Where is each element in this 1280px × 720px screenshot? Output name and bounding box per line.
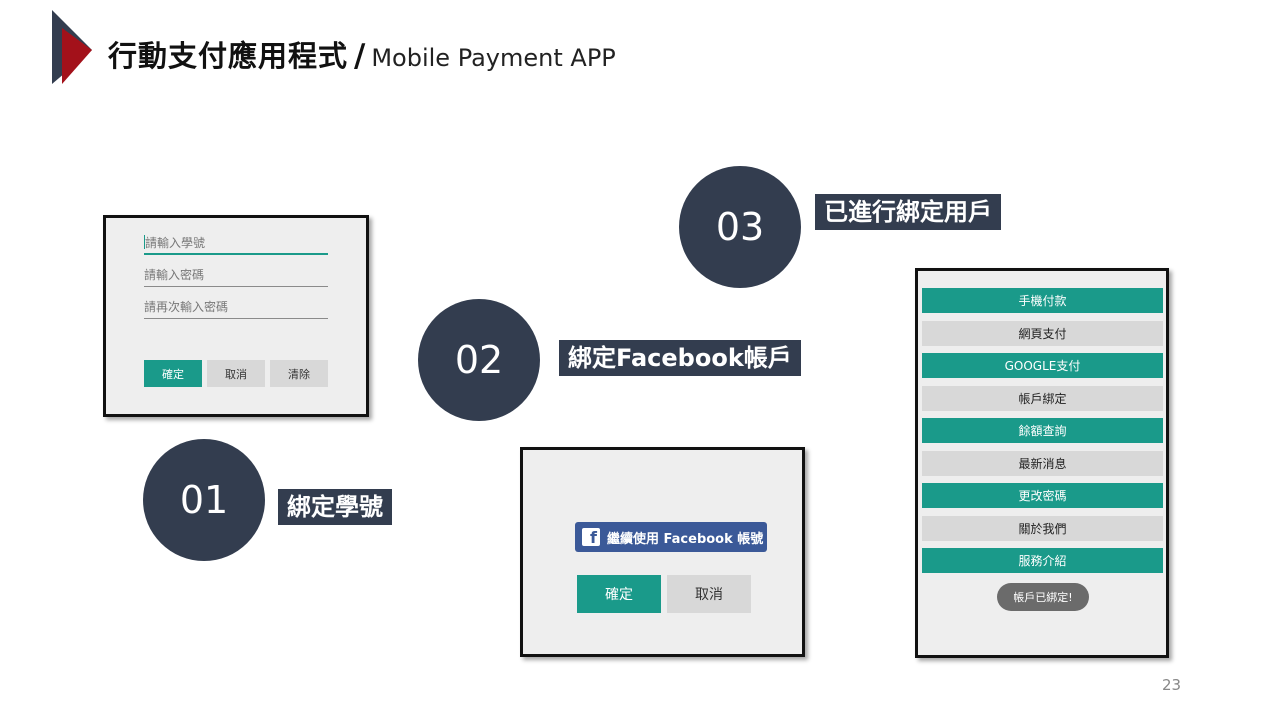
facebook-continue-button[interactable]: f 繼續使用 Facebook 帳號 xyxy=(575,522,767,552)
main-menu-screenshot: 手機付款 網頁支付 GOOGLE支付 帳戶綁定 餘額查詢 最新消息 更改密碼 關… xyxy=(915,268,1169,658)
step-circle-2: 02 xyxy=(418,299,540,421)
menu-item-latest-news[interactable]: 最新消息 xyxy=(922,451,1163,476)
password-placeholder: 請輸入密碼 xyxy=(144,268,205,282)
facebook-confirm-button[interactable]: 確定 xyxy=(577,575,661,613)
confirm-button[interactable]: 確定 xyxy=(144,360,202,387)
account-bound-toast: 帳戶已綁定! xyxy=(997,583,1089,611)
password-confirm-placeholder: 請再次輸入密碼 xyxy=(144,300,229,314)
menu-item-service-intro[interactable]: 服務介紹 xyxy=(922,548,1163,573)
menu-item-google-payment[interactable]: GOOGLE支付 xyxy=(922,353,1163,378)
slide-title-zh: 行動支付應用程式 xyxy=(108,39,349,73)
login-form-screenshot: 請輸入學號 請輸入密碼 請再次輸入密碼 確定 取消 清除 xyxy=(103,215,369,417)
facebook-bind-screenshot: f 繼續使用 Facebook 帳號 確定 取消 xyxy=(520,447,805,657)
facebook-button-label: 繼續使用 Facebook 帳號 xyxy=(607,531,764,547)
cancel-button[interactable]: 取消 xyxy=(207,360,265,387)
clear-button[interactable]: 清除 xyxy=(270,360,328,387)
student-id-placeholder: 請輸入學號 xyxy=(145,236,206,250)
menu-item-web-payment[interactable]: 網頁支付 xyxy=(922,321,1163,346)
facebook-cancel-button[interactable]: 取消 xyxy=(667,575,751,613)
menu-item-change-password[interactable]: 更改密碼 xyxy=(922,483,1163,508)
facebook-icon: f xyxy=(582,528,600,546)
student-id-input[interactable]: 請輸入學號 xyxy=(144,233,328,255)
step-label-1: 綁定學號 xyxy=(278,489,392,525)
slide-title-separator: / xyxy=(354,38,366,74)
slide-title-en: Mobile Payment APP xyxy=(371,44,616,72)
step-circle-1: 01 xyxy=(143,439,265,561)
menu-item-mobile-payment[interactable]: 手機付款 xyxy=(922,288,1163,313)
menu-item-balance-inquiry[interactable]: 餘額查詢 xyxy=(922,418,1163,443)
page-number: 23 xyxy=(1162,676,1182,694)
step-circle-3: 03 xyxy=(679,166,801,288)
password-input[interactable]: 請輸入密碼 xyxy=(144,265,328,287)
menu-item-account-binding[interactable]: 帳戶綁定 xyxy=(922,386,1163,411)
presentation-logo-icon xyxy=(52,10,92,84)
step-label-2: 綁定Facebook帳戶 xyxy=(559,340,801,376)
password-confirm-input[interactable]: 請再次輸入密碼 xyxy=(144,297,328,319)
menu-item-about-us[interactable]: 關於我們 xyxy=(922,516,1163,541)
step-label-3: 已進行綁定用戶 xyxy=(815,194,1001,230)
slide-title: 行動支付應用程式 / Mobile Payment APP xyxy=(108,34,616,83)
